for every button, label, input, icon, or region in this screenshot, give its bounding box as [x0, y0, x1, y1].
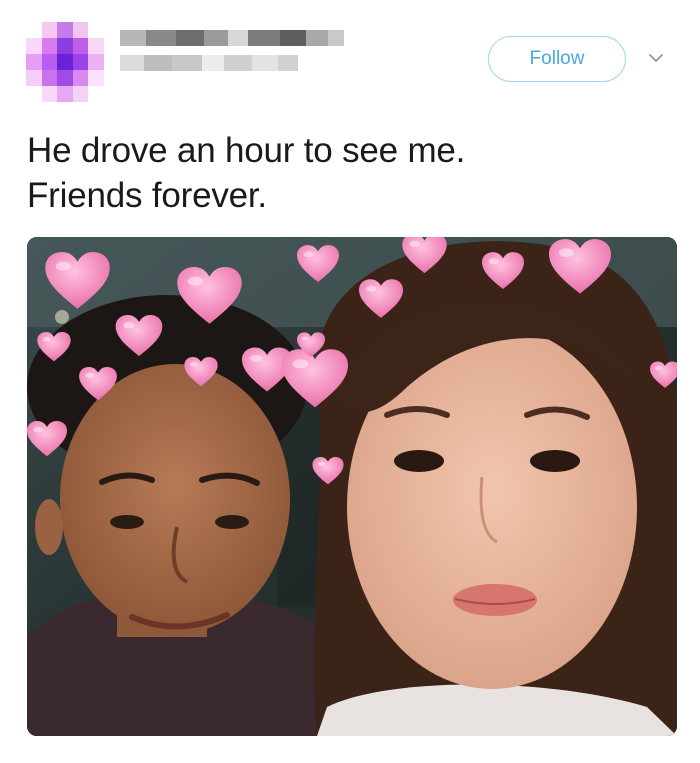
- tweet-card: Follow He drove an hour to see me. Frien…: [0, 0, 700, 763]
- tweet-text-line-1: He drove an hour to see me.: [27, 131, 466, 170]
- follow-button[interactable]: Follow: [488, 36, 626, 82]
- selfie-photo-illustration: [27, 237, 677, 736]
- avatar[interactable]: [26, 22, 104, 102]
- tweet-photo[interactable]: [27, 237, 677, 736]
- blurred-username[interactable]: [120, 30, 344, 80]
- tweet-text-line-2: Friends forever.: [27, 176, 267, 215]
- tweet-text: He drove an hour to see me. Friends fore…: [27, 128, 667, 218]
- chevron-down-icon[interactable]: [648, 50, 664, 66]
